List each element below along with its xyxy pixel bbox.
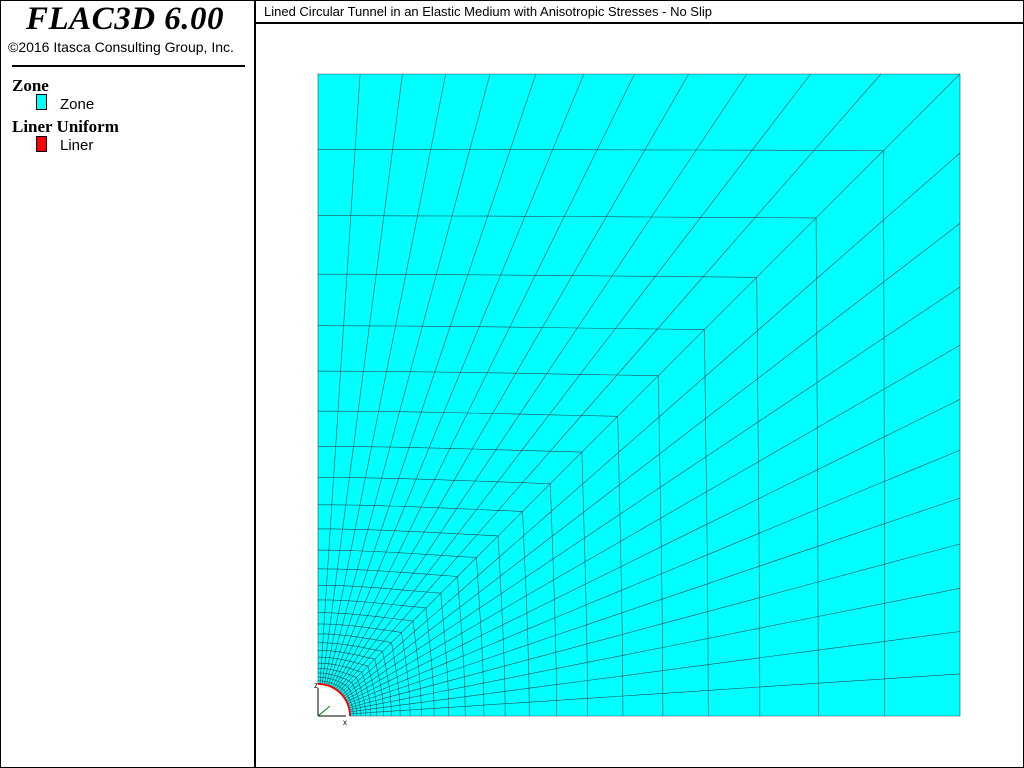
legend-label-zone: Zone — [60, 96, 95, 113]
x-axis-label: x — [343, 718, 347, 727]
legend-panel: FLAC3D 6.00 ©2016 Itasca Consulting Grou… — [0, 0, 256, 767]
legend-divider — [12, 65, 245, 67]
mesh-plot: zx — [314, 73, 961, 727]
model-viewport[interactable]: zx — [256, 24, 1023, 767]
legend-heading-zone: Zone — [12, 76, 49, 95]
copyright-text: ©2016 Itasca Consulting Group, Inc. — [8, 39, 234, 55]
y-axis-line — [317, 705, 331, 717]
legend-heading-liner: Liner Uniform — [12, 117, 119, 136]
legend-label-liner: Liner — [60, 137, 94, 154]
plot-title-bar: Lined Circular Tunnel in an Elastic Medi… — [256, 0, 1023, 24]
zone-swatch — [36, 94, 47, 110]
liner-swatch — [36, 136, 47, 152]
app-title: FLAC3D 6.00 — [26, 1, 225, 37]
z-axis-label: z — [314, 681, 318, 690]
plot-title: Lined Circular Tunnel in an Elastic Medi… — [264, 4, 712, 19]
